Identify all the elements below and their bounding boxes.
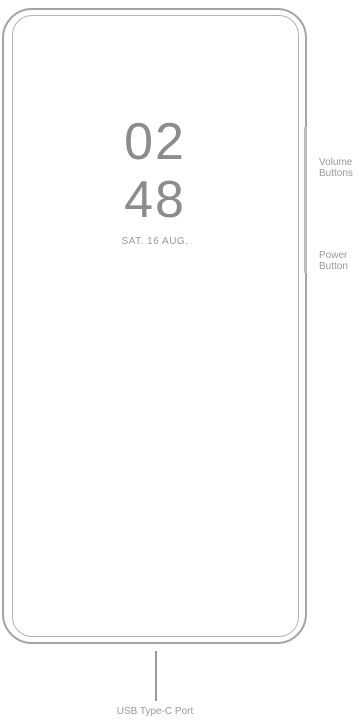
clock-date: SAT. 16 AUG. [121, 236, 189, 247]
phone-screen [12, 15, 299, 637]
earpiece-line [136, 15, 172, 16]
usb-port-label: USB Type-C Port [116, 706, 194, 717]
clock-hour: 02 [124, 113, 186, 171]
usb-port-pointer [155, 651, 157, 701]
clock-minute: 48 [124, 171, 186, 229]
volume-buttons-label: Volume Buttons [319, 157, 353, 179]
power-button-label: Power Button [319, 250, 348, 272]
